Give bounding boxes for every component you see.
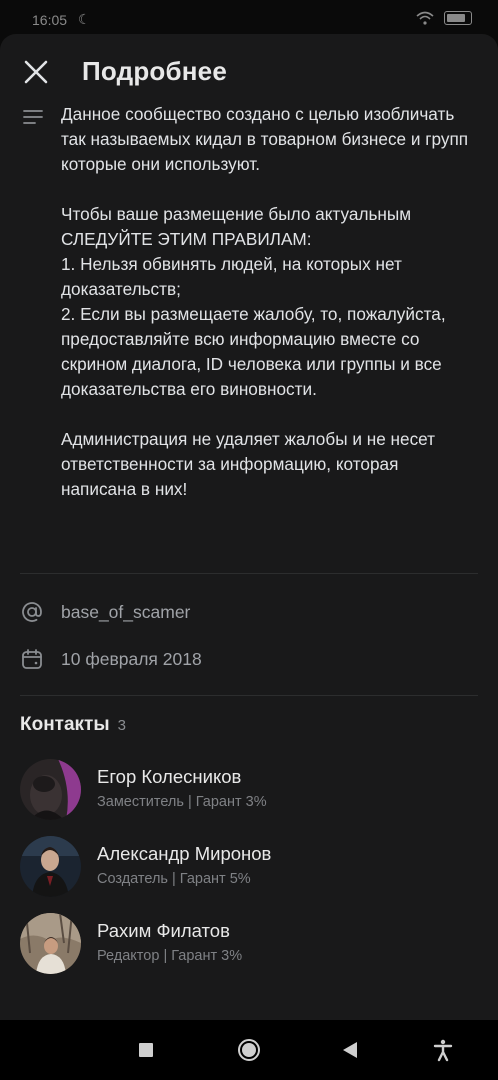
calendar-icon (22, 649, 42, 669)
avatar (20, 759, 81, 820)
contact-item[interactable]: Александр Миронов Создатель | Гарант 5% (20, 836, 480, 898)
square-icon[interactable] (134, 1038, 158, 1062)
contact-role: Редактор | Гарант 3% (97, 948, 243, 964)
at-icon (22, 602, 42, 622)
contact-role: Заместитель | Гарант 3% (97, 794, 267, 810)
system-nav-bar (0, 1020, 498, 1080)
status-time: 16:05 (32, 12, 68, 28)
contact-role: Создатель | Гарант 5% (97, 871, 251, 887)
battery-icon (444, 11, 472, 25)
description-text: Данное сообщество создано с целью изобли… (61, 104, 469, 499)
divider (20, 695, 478, 696)
contacts-title: Контакты (20, 714, 110, 735)
contact-name: Рахим Филатов (97, 920, 230, 941)
back-triangle-icon[interactable] (338, 1038, 362, 1062)
contact-item[interactable]: Егор Колесников Заместитель | Гарант 3% (20, 759, 480, 821)
contact-name: Александр Миронов (97, 843, 272, 864)
contacts-count: 3 (117, 717, 126, 734)
contact-item[interactable]: Рахим Филатов Редактор | Гарант 3% (20, 913, 480, 975)
sheet-header: Подробнее (0, 34, 498, 110)
date-row: 10 февраля 2018 (20, 644, 202, 674)
community-address: base_of_scamer (61, 601, 191, 622)
details-sheet: Подробнее Данное сообщество создано с це… (0, 34, 498, 1020)
page-title: Подробнее (82, 56, 227, 86)
text-lines-icon (23, 110, 43, 124)
do-not-disturb-icon: ☾ (78, 11, 91, 27)
address-row[interactable]: base_of_scamer (20, 597, 190, 627)
home-circle-icon[interactable] (237, 1038, 261, 1062)
creation-date: 10 февраля 2018 (61, 648, 202, 669)
wifi-icon (416, 11, 434, 25)
avatar (20, 913, 81, 974)
contacts-header: Контакты 3 (20, 714, 126, 736)
close-button[interactable] (20, 56, 52, 88)
avatar (20, 836, 81, 897)
divider (20, 573, 478, 574)
contact-name: Егор Колесников (97, 766, 242, 787)
close-icon (24, 60, 48, 84)
accessibility-icon[interactable] (431, 1038, 455, 1062)
